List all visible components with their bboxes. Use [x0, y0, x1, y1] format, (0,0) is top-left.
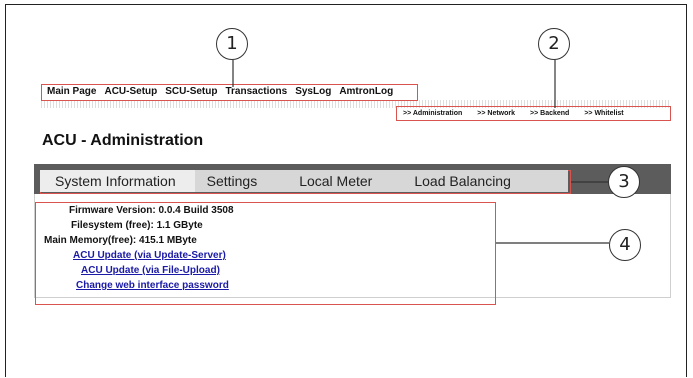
- main-memory-free: Main Memory(free): 415.1 MByte: [44, 235, 197, 246]
- subnav-whitelist[interactable]: >> Whitelist: [578, 108, 632, 120]
- subnav-network[interactable]: >> Network: [471, 108, 524, 120]
- acu-update-file-link[interactable]: ACU Update (via File-Upload): [44, 263, 494, 278]
- firmware-version: Firmware Version: 0.0.4 Build 3508: [69, 205, 234, 216]
- tab-system-information[interactable]: System Information: [40, 170, 195, 192]
- nav-scu-setup[interactable]: SCU-Setup: [161, 85, 221, 99]
- tab-list: System Information Settings Local Meter …: [40, 170, 568, 192]
- nav-acu-setup[interactable]: ACU-Setup: [100, 85, 161, 99]
- system-information-content: Firmware Version: 0.0.4 Build 3508 Files…: [44, 203, 494, 293]
- nav-syslog[interactable]: SysLog: [291, 85, 335, 99]
- acu-update-server-link[interactable]: ACU Update (via Update-Server): [44, 248, 494, 263]
- tab-load-balancing[interactable]: Load Balancing: [414, 170, 511, 192]
- filesystem-free: Filesystem (free): 1.1 GByte: [71, 220, 203, 231]
- nav-amtronlog[interactable]: AmtronLog: [335, 85, 397, 99]
- subnav-backend[interactable]: >> Backend: [524, 108, 578, 120]
- nav-transactions[interactable]: Transactions: [221, 85, 291, 99]
- change-password-link[interactable]: Change web interface password: [44, 278, 494, 293]
- subnav-administration[interactable]: >> Administration: [397, 108, 471, 120]
- tab-settings[interactable]: Settings: [195, 170, 300, 192]
- main-navigation: Main Page ACU-Setup SCU-Setup Transactio…: [41, 85, 397, 99]
- nav-main-page[interactable]: Main Page: [41, 85, 100, 99]
- tab-local-meter[interactable]: Local Meter: [299, 170, 414, 192]
- sub-navigation: >> Administration >> Network >> Backend …: [397, 108, 633, 120]
